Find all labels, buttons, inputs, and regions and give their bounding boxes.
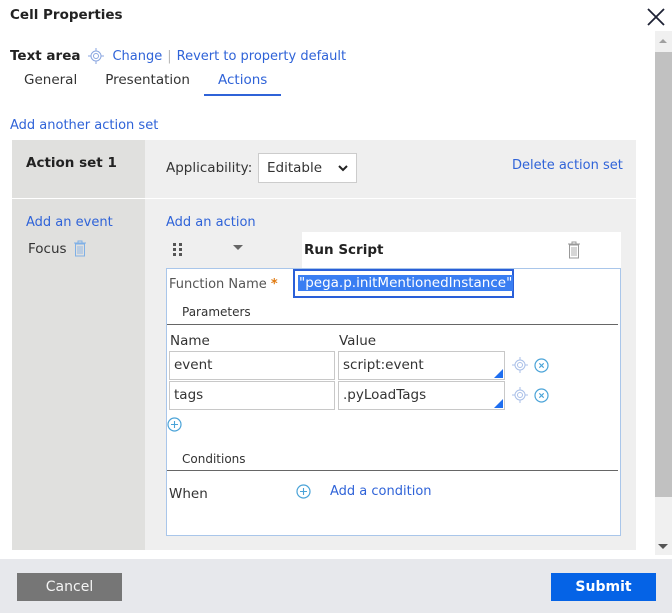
function-name-label: Function Name * (169, 277, 278, 292)
scroll-down-arrow-icon[interactable] (658, 544, 668, 549)
action-header: Run Script (302, 232, 621, 268)
applicability-value: Editable (267, 160, 323, 176)
scrollbar-thumb[interactable] (655, 52, 672, 497)
add-condition-link[interactable]: Add a condition (330, 484, 432, 499)
param-value-header: Value (339, 333, 377, 349)
crosshair-icon[interactable] (88, 48, 105, 64)
add-condition-icon[interactable] (296, 484, 311, 499)
param-row-actions (512, 387, 549, 403)
trash-icon[interactable] (567, 241, 581, 259)
param-value-text: .pyLoadTags (343, 387, 427, 403)
close-icon[interactable] (645, 6, 667, 28)
applicability-label: Applicability: (166, 160, 253, 176)
conditions-heading: Conditions (182, 452, 246, 466)
delete-action-set-link[interactable]: Delete action set (512, 158, 623, 173)
action-set-title: Action set 1 (26, 155, 117, 171)
change-link[interactable]: Change (112, 49, 162, 64)
tab-general[interactable]: General (10, 70, 91, 96)
tab-bar: General Presentation Actions (10, 70, 282, 96)
add-action-set-link[interactable]: Add another action set (10, 118, 158, 133)
when-label: When (169, 486, 208, 502)
scroll-up-arrow-icon[interactable] (659, 39, 667, 43)
control-header: Text area Change | Revert to property de… (10, 48, 346, 64)
crosshair-icon[interactable] (512, 387, 528, 403)
remove-circle-icon[interactable] (534, 387, 549, 403)
event-label: Focus (28, 240, 67, 257)
submit-button[interactable]: Submit (551, 573, 656, 601)
param-name-input[interactable]: event (169, 351, 335, 380)
action-name: Run Script (304, 242, 384, 258)
tab-actions[interactable]: Actions (204, 70, 282, 96)
drag-handle-icon[interactable] (173, 243, 183, 257)
tab-presentation[interactable]: Presentation (91, 70, 204, 96)
caret-down-icon[interactable] (233, 245, 243, 250)
function-name-text: Function Name (169, 277, 267, 292)
add-parameter-icon[interactable] (167, 417, 182, 432)
revert-link[interactable]: Revert to property default (177, 49, 346, 64)
separator: | (167, 48, 172, 64)
add-action-link[interactable]: Add an action (166, 215, 256, 230)
cancel-button[interactable]: Cancel (17, 573, 122, 601)
trash-icon[interactable] (73, 240, 87, 257)
required-marker: * (270, 277, 278, 292)
param-name-header: Name (170, 333, 210, 349)
dialog-title: Cell Properties (10, 7, 123, 23)
action-set-sidebar (12, 140, 145, 550)
remove-circle-icon[interactable] (534, 357, 549, 373)
param-name-input[interactable]: tags (169, 381, 335, 410)
applicability-select[interactable]: Editable (258, 153, 357, 183)
param-value-text: script:event (343, 357, 424, 373)
function-name-input[interactable]: "pega.p.initMentionedInstance" (293, 269, 514, 298)
control-type: Text area (10, 48, 81, 64)
divider (12, 198, 636, 199)
param-value-input[interactable]: script:event (338, 351, 505, 380)
autocomplete-corner-icon (494, 369, 503, 378)
parameters-heading: Parameters (182, 305, 251, 319)
crosshair-icon[interactable] (512, 357, 528, 373)
add-event-link[interactable]: Add an event (26, 215, 113, 230)
chevron-down-icon (338, 165, 348, 172)
function-name-value: "pega.p.initMentionedInstance" (298, 275, 514, 291)
param-row-actions (512, 357, 549, 373)
parameters-divider (167, 324, 618, 325)
event-item-focus[interactable]: Focus (28, 240, 87, 257)
conditions-divider (167, 470, 618, 471)
autocomplete-corner-icon (494, 399, 503, 408)
param-value-input[interactable]: .pyLoadTags (338, 381, 505, 410)
